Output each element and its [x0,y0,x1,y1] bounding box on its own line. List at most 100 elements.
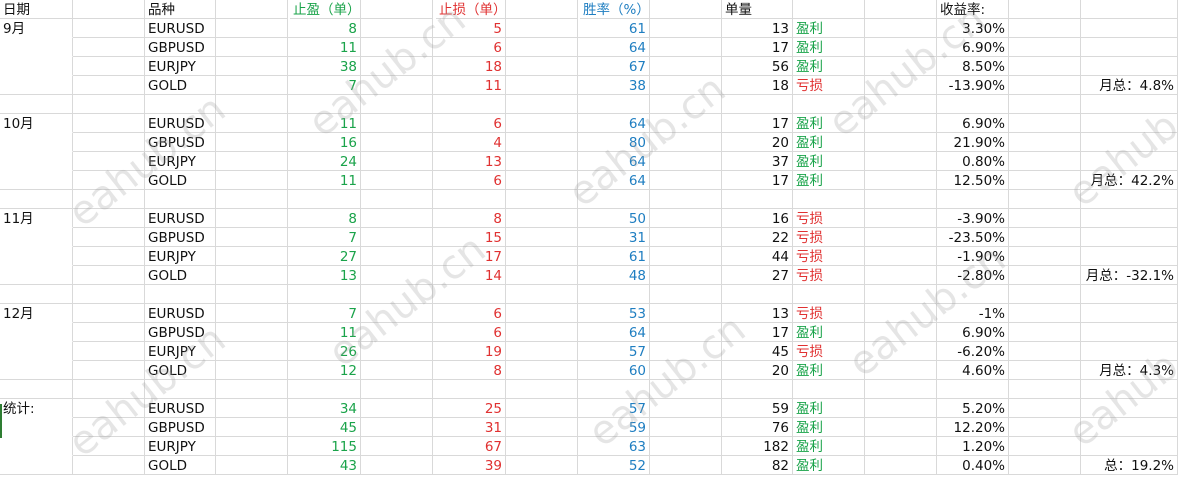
symbol-cell[interactable]: EURJPY [145,342,216,361]
cell-empty[interactable] [1009,38,1081,57]
symbol-cell[interactable]: GOLD [145,456,216,475]
cell-empty[interactable] [865,266,937,285]
month-total[interactable]: 月总：-32.1% [1081,266,1178,285]
cell-empty[interactable] [865,209,937,228]
cell-empty[interactable] [865,418,937,437]
cell-empty[interactable] [650,456,722,475]
cell-empty[interactable] [361,152,433,171]
cell-empty[interactable] [216,380,288,399]
yield-cell[interactable]: -13.90% [937,76,1009,95]
status-cell[interactable]: 盈利 [793,133,865,152]
cell-empty[interactable] [361,190,433,209]
cell-empty[interactable] [1081,57,1178,76]
cell-empty[interactable] [506,0,578,19]
cell-empty[interactable] [650,152,722,171]
status-cell[interactable]: 盈利 [793,19,865,38]
yield-cell[interactable]: 0.40% [937,456,1009,475]
cell-empty[interactable] [361,323,433,342]
cell-empty[interactable] [361,380,433,399]
winrate-cell[interactable]: 63 [578,437,650,456]
yield-cell[interactable]: -23.50% [937,228,1009,247]
orders-cell[interactable]: 13 [722,304,793,323]
cell-empty[interactable] [650,76,722,95]
cell-empty[interactable] [361,285,433,304]
symbol-cell[interactable]: EURUSD [145,399,216,418]
sl-cell[interactable]: 13 [433,152,506,171]
cell-empty[interactable] [1009,380,1081,399]
status-cell[interactable]: 亏损 [793,76,865,95]
cell-empty[interactable] [1009,456,1081,475]
cell-empty[interactable] [650,38,722,57]
cell-empty[interactable] [578,95,650,114]
status-cell[interactable]: 盈利 [793,171,865,190]
cell-empty[interactable] [73,19,145,38]
orders-cell[interactable]: 82 [722,456,793,475]
tp-cell[interactable]: 8 [288,209,361,228]
sl-cell[interactable]: 18 [433,57,506,76]
cell-empty[interactable] [0,228,73,247]
cell-empty[interactable] [73,380,145,399]
cell-empty[interactable] [722,285,793,304]
cell-empty[interactable] [506,76,578,95]
cell-empty[interactable] [433,380,506,399]
cell-empty[interactable] [216,171,288,190]
cell-empty[interactable] [216,304,288,323]
status-cell[interactable]: 盈利 [793,114,865,133]
cell-empty[interactable] [650,323,722,342]
yield-cell[interactable]: 0.80% [937,152,1009,171]
status-cell[interactable]: 盈利 [793,152,865,171]
cell-empty[interactable] [216,114,288,133]
tp-cell[interactable]: 43 [288,456,361,475]
cell-empty[interactable] [73,285,145,304]
cell-empty[interactable] [793,190,865,209]
cell-empty[interactable] [0,171,73,190]
symbol-cell[interactable]: EURJPY [145,57,216,76]
cell-empty[interactable] [216,38,288,57]
cell-empty[interactable] [0,285,73,304]
cell-empty[interactable] [937,95,1009,114]
cell-empty[interactable] [216,437,288,456]
cell-empty[interactable] [216,456,288,475]
cell-empty[interactable] [1009,399,1081,418]
orders-cell[interactable]: 16 [722,209,793,228]
tp-cell[interactable]: 24 [288,152,361,171]
yield-cell[interactable]: -1% [937,304,1009,323]
symbol-cell[interactable]: EURJPY [145,152,216,171]
cell-empty[interactable] [650,380,722,399]
sl-cell[interactable]: 25 [433,399,506,418]
sl-cell[interactable]: 11 [433,76,506,95]
cell-empty[interactable] [361,38,433,57]
header-winrate[interactable]: 胜率（%） [580,0,650,19]
symbol-cell[interactable]: EURUSD [145,114,216,133]
yield-cell[interactable]: -2.80% [937,266,1009,285]
group-label[interactable]: 12月 [0,304,73,323]
status-cell[interactable]: 盈利 [793,361,865,380]
cell-empty[interactable] [865,399,937,418]
cell-empty[interactable] [506,171,578,190]
cell-empty[interactable] [216,361,288,380]
orders-cell[interactable]: 44 [722,247,793,266]
cell-empty[interactable] [1081,285,1178,304]
cell-empty[interactable] [73,418,145,437]
sl-cell[interactable]: 6 [433,304,506,323]
cell-empty[interactable] [865,361,937,380]
symbol-cell[interactable]: GBPUSD [145,133,216,152]
cell-empty[interactable] [73,361,145,380]
cell-empty[interactable] [506,38,578,57]
orders-cell[interactable]: 45 [722,342,793,361]
cell-empty[interactable] [73,437,145,456]
cell-empty[interactable] [1081,418,1178,437]
cell-empty[interactable] [506,342,578,361]
cell-empty[interactable] [1009,323,1081,342]
cell-empty[interactable] [506,399,578,418]
cell-empty[interactable] [506,190,578,209]
cell-empty[interactable] [793,380,865,399]
cell-empty[interactable] [1009,437,1081,456]
header-yield[interactable]: 收益率: [937,0,1009,19]
group-label[interactable]: 11月 [0,209,73,228]
symbol-cell[interactable]: EURUSD [145,209,216,228]
winrate-cell[interactable]: 64 [578,323,650,342]
cell-empty[interactable] [361,266,433,285]
cell-empty[interactable] [0,95,73,114]
yield-cell[interactable]: 6.90% [937,38,1009,57]
